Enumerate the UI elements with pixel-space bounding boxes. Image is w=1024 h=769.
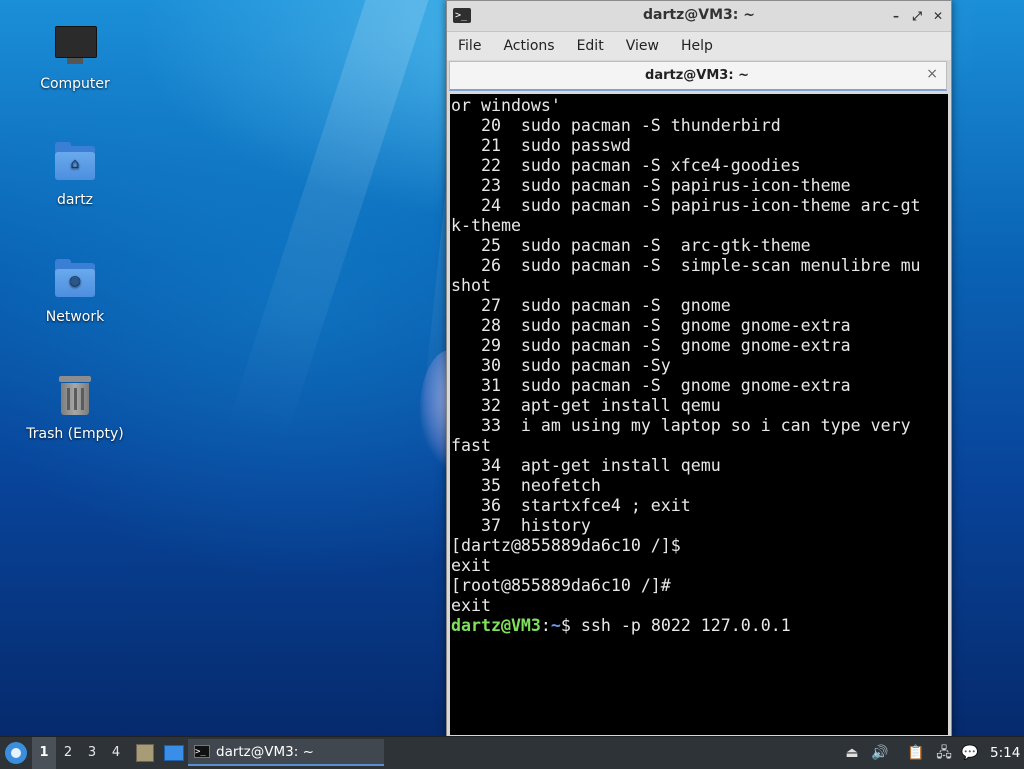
terminal-line: 24 sudo pacman -S papirus-icon-theme arc… [451, 196, 921, 215]
terminal-line: or windows' [451, 96, 561, 115]
terminal-line: exit [451, 596, 491, 615]
desktop-icon-label: dartz [56, 192, 94, 208]
workspace-4-button[interactable]: 4 [104, 737, 128, 769]
terminal-line: 28 sudo pacman -S gnome gnome-extra [451, 316, 851, 335]
terminal-line: 20 sudo pacman -S thunderbird [451, 116, 781, 135]
menu-help[interactable]: Help [670, 32, 724, 60]
prompt-command: ssh -p 8022 127.0.0.1 [570, 616, 791, 635]
terminal-output[interactable]: or windows' 20 sudo pacman -S thunderbir… [450, 94, 948, 735]
minimize-button[interactable]: – [887, 7, 905, 25]
show-desktop-button[interactable] [162, 737, 184, 769]
desktop-icon-home[interactable]: ⌂ dartz [15, 138, 135, 208]
workspace-2-button[interactable]: 2 [56, 737, 80, 769]
clipboard-icon[interactable]: 📋 [907, 744, 925, 762]
window-titlebar[interactable]: >_ dartz@VM3: ~ – ⤢ ✕ [447, 1, 951, 32]
terminal-line: 21 sudo passwd [451, 136, 631, 155]
window-title: dartz@VM3: ~ [643, 7, 755, 23]
terminal-line: 22 sudo pacman -S xfce4-goodies [451, 156, 801, 175]
home-folder-icon: ⌂ [51, 138, 99, 186]
workspace-3-button[interactable]: 3 [80, 737, 104, 769]
workspace-1-button[interactable]: 1 [32, 737, 56, 769]
computer-icon [51, 22, 99, 70]
prompt-user-host: dartz@VM3 [451, 616, 541, 635]
desktop: Computer ⌂ dartz ◍ Network Trash (Empty)… [0, 0, 1024, 736]
terminal-line: 32 apt-get install qemu [451, 396, 721, 415]
file-cabinet-icon [136, 744, 154, 762]
terminal-line: 36 startxfce4 ; exit [451, 496, 691, 515]
menu-actions[interactable]: Actions [492, 32, 565, 60]
terminal-line: 23 sudo pacman -S papirus-icon-theme [451, 176, 851, 195]
taskbar: 1 2 3 4 >_ dartz@VM3: ~ ⏏ 🔊 📋 🖧 💬 5:14 [0, 736, 1024, 769]
volume-icon[interactable]: 🔊 [871, 744, 889, 762]
clock[interactable]: 5:14 [990, 737, 1020, 769]
desktop-icon-label: Network [45, 309, 105, 325]
terminal-line: 29 sudo pacman -S gnome gnome-extra [451, 336, 851, 355]
terminal-tab[interactable]: dartz@VM3: ~ × [449, 61, 947, 91]
terminal-line: shot [451, 276, 491, 295]
terminal-line: [root@855889da6c10 /]# [451, 576, 671, 595]
trash-icon [51, 372, 99, 420]
whisker-menu-button[interactable] [0, 737, 32, 769]
network-icon[interactable]: 🖧 [935, 744, 953, 762]
prompt-path: ~ [550, 616, 561, 635]
terminal-prompt-line[interactable]: dartz@VM3:~$ ssh -p 8022 127.0.0.1 [451, 616, 948, 636]
terminal-line: 26 sudo pacman -S simple-scan menulibre … [451, 256, 921, 275]
terminal-line: exit [451, 556, 491, 575]
eject-icon[interactable]: ⏏ [843, 744, 861, 762]
desktop-icon-label: Trash (Empty) [26, 426, 124, 442]
terminal-line: 27 sudo pacman -S gnome [451, 296, 731, 315]
show-desktop-icon [164, 745, 184, 761]
tab-title: dartz@VM3: ~ [645, 68, 749, 83]
maximize-button[interactable]: ⤢ [908, 7, 926, 25]
desktop-icon-computer[interactable]: Computer [15, 22, 135, 92]
prompt-colon: : [540, 616, 551, 635]
prompt-symbol: $ [560, 616, 571, 635]
file-manager-launcher[interactable] [134, 737, 156, 769]
whisker-menu-icon [5, 742, 27, 764]
desktop-icon-label: Computer [40, 76, 110, 92]
terminal-line: 34 apt-get install qemu [451, 456, 721, 475]
terminal-line: fast [451, 436, 491, 455]
menu-view[interactable]: View [615, 32, 670, 60]
terminal-line: 37 history [451, 516, 591, 535]
task-label: dartz@VM3: ~ [216, 744, 314, 760]
network-folder-icon: ◍ [51, 255, 99, 303]
terminal-icon: >_ [194, 745, 210, 758]
terminal-line: 31 sudo pacman -S gnome gnome-extra [451, 376, 851, 395]
menu-file[interactable]: File [447, 32, 492, 60]
menu-edit[interactable]: Edit [566, 32, 615, 60]
desktop-icon-network[interactable]: ◍ Network [15, 255, 135, 325]
terminal-line: [dartz@855889da6c10 /]$ [451, 536, 681, 555]
terminal-line: 33 i am using my laptop so i can type ve… [451, 416, 911, 435]
taskbar-task-terminal[interactable]: >_ dartz@VM3: ~ [188, 739, 384, 766]
terminal-line: 25 sudo pacman -S arc-gtk-theme [451, 236, 811, 255]
light-ray [226, 0, 439, 445]
terminal-line: 30 sudo pacman -Sy [451, 356, 671, 375]
menu-bar: File Actions Edit View Help [447, 32, 951, 60]
desktop-icon-trash[interactable]: Trash (Empty) [15, 372, 135, 442]
tab-close-icon[interactable]: × [926, 66, 938, 82]
close-button[interactable]: ✕ [929, 7, 947, 25]
terminal-line: k-theme [451, 216, 521, 235]
terminal-line: 35 neofetch [451, 476, 601, 495]
notification-icon[interactable]: 💬 [961, 744, 979, 762]
terminal-window[interactable]: >_ dartz@VM3: ~ – ⤢ ✕ File Actions Edit Vie… [446, 0, 952, 736]
